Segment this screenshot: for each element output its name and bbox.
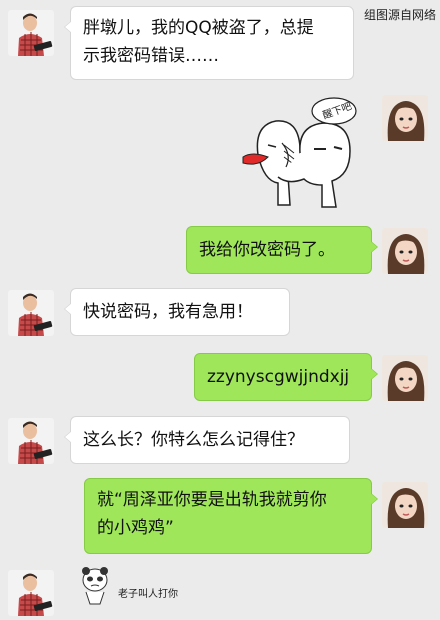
message-text: 胖墩儿，我的QQ被盗了，总提 bbox=[83, 18, 314, 38]
female-avatar[interactable] bbox=[382, 228, 428, 274]
male-avatar-icon bbox=[8, 10, 54, 56]
message-text: 就“周泽亚你要是出轨我就剪你 bbox=[97, 490, 327, 510]
male-avatar-icon bbox=[8, 418, 54, 464]
message-text: zzynyscgwjjndxjj bbox=[207, 367, 350, 387]
message-bubble[interactable]: 快说密码，我有急用！ bbox=[64, 288, 290, 336]
message-bubble[interactable]: 我给你改密码了。 bbox=[186, 226, 378, 274]
female-avatar-icon bbox=[382, 228, 428, 274]
watermark-text: 组图源自网络 bbox=[363, 8, 436, 22]
female-avatar[interactable] bbox=[382, 95, 428, 141]
male-avatar[interactable] bbox=[8, 570, 54, 616]
male-avatar-icon bbox=[8, 290, 54, 336]
sticker-cartoon-figures[interactable]: 醒下吧 bbox=[238, 95, 368, 213]
message-bubble[interactable]: zzynyscgwjjndxjj bbox=[194, 353, 378, 401]
female-avatar-icon bbox=[382, 482, 428, 528]
message-text: 我给你改密码了。 bbox=[199, 240, 335, 260]
message-bubble[interactable]: 这么长？你特么怎么记得住？ bbox=[64, 416, 350, 464]
female-avatar[interactable] bbox=[382, 482, 428, 528]
male-avatar[interactable] bbox=[8, 418, 54, 464]
male-avatar[interactable] bbox=[8, 10, 54, 56]
message-text: 这么长？你特么怎么记得住？ bbox=[83, 430, 304, 450]
male-avatar[interactable] bbox=[8, 290, 54, 336]
message-bubble[interactable]: 胖墩儿，我的QQ被盗了，总提 示我密码错误…… bbox=[64, 6, 354, 80]
female-avatar-icon bbox=[382, 355, 428, 401]
message-text: 快说密码，我有急用！ bbox=[83, 302, 253, 322]
male-avatar-icon bbox=[8, 570, 54, 616]
message-bubble[interactable]: 就“周泽亚你要是出轨我就剪你 的小鸡鸡” bbox=[84, 478, 378, 554]
message-text: 示我密码错误…… bbox=[83, 46, 219, 66]
female-avatar-icon bbox=[382, 95, 428, 141]
female-avatar[interactable] bbox=[382, 355, 428, 401]
sticker-panda-face[interactable] bbox=[80, 566, 110, 608]
sticker-caption: 老子叫人打你 bbox=[118, 589, 178, 600]
message-text: 的小鸡鸡” bbox=[97, 518, 174, 538]
